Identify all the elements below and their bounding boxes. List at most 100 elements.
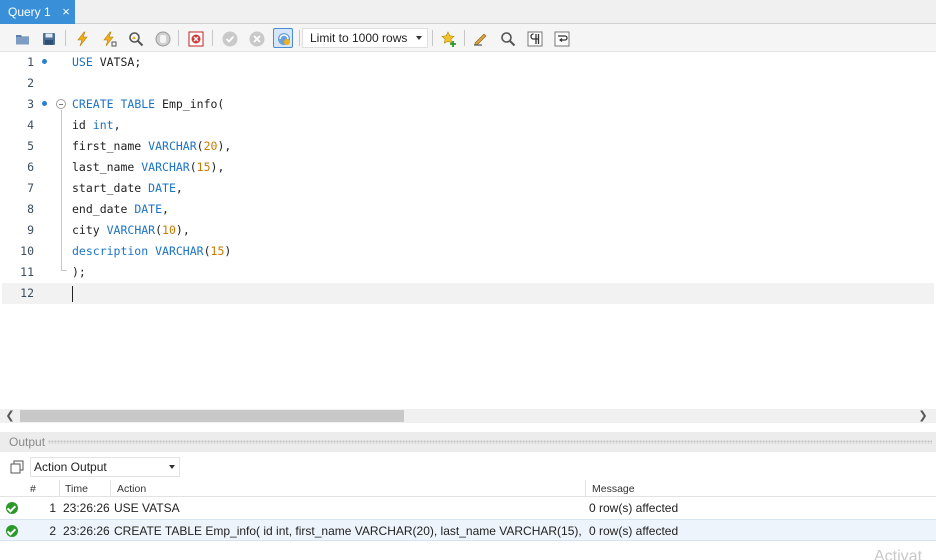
sql-number: 15 [210,244,225,258]
row-message: 0 row(s) affected [589,524,679,538]
code-line[interactable]: 7 start_date DATE, [2,178,934,199]
toolbar-separator [464,30,465,46]
column-separator [59,480,60,497]
sql-token: city [72,223,107,237]
beautify-icon[interactable] [470,28,490,48]
tab-query-1[interactable]: Query 1 × [0,0,75,24]
col-header-time[interactable]: Time [65,483,88,495]
code-line[interactable]: 2 [2,73,934,94]
save-icon[interactable] [38,28,58,48]
code-line[interactable]: 5 first_name VARCHAR(20), [2,136,934,157]
code-text: end_date DATE, [72,199,169,220]
open-folder-icon[interactable] [12,28,32,48]
column-separator [585,480,586,497]
column-separator [110,480,111,497]
panel-grip[interactable] [48,440,932,444]
sql-token: Emp_info( [155,97,225,111]
sql-token: last_name [72,160,142,174]
scroll-right-icon[interactable]: ❯ [916,409,930,423]
code-line[interactable]: 8 end_date DATE, [2,199,934,220]
code-text: id int, [72,115,121,136]
scrollbar-thumb[interactable] [20,410,404,422]
explain-icon[interactable] [125,28,145,48]
toggle-error-icon[interactable] [185,28,205,48]
code-line[interactable]: 11); [2,262,934,283]
fold-toggle-icon[interactable] [56,99,66,109]
line-number: 9 [27,223,34,237]
success-check-icon [6,525,18,537]
code-text: CREATE TABLE Emp_info( [72,94,224,115]
line-number: 7 [27,181,34,195]
copy-icon[interactable] [10,460,24,477]
col-header-num[interactable]: # [30,483,36,495]
editor-horizontal-scrollbar[interactable]: ❮ ❯ [0,409,936,423]
col-header-action[interactable]: Action [117,483,146,495]
output-type-select[interactable]: Action Output [30,457,180,477]
find-icon[interactable] [497,28,517,48]
code-text: start_date DATE, [72,178,183,199]
table-row[interactable]: 2 23:26:26 CREATE TABLE Emp_info( id int, … [0,519,936,541]
sql-token: first_name [72,139,149,153]
sql-token: id [72,118,93,132]
code-line[interactable]: 9 city VARCHAR(10), [2,220,934,241]
statement-marker-icon [42,59,47,64]
line-number: 4 [27,118,34,132]
close-icon[interactable]: × [60,0,72,24]
code-line[interactable]: 10 description VARCHAR(15) [2,241,934,262]
sql-token: ) [224,244,232,258]
wrap-icon[interactable] [551,28,571,48]
success-check-icon [6,502,18,514]
sql-token: ( [203,244,211,258]
bookmark-icon[interactable] [438,28,458,48]
col-header-message[interactable]: Message [592,483,635,495]
table-row[interactable]: 1 23:26:26 USE VATSA 0 row(s) affected [0,497,936,519]
code-text: city VARCHAR(10), [72,220,190,241]
autocommit-icon[interactable] [273,28,293,48]
execute-current-icon[interactable] [98,28,118,48]
sql-keyword: description [72,244,149,258]
row-message: 0 row(s) affected [589,501,679,515]
text-cursor [72,286,73,302]
sql-keyword: VARCHAR [155,244,204,258]
row-action: CREATE TABLE Emp_info( id int, first_nam… [114,524,582,538]
sql-token: , [113,118,121,132]
scroll-left-icon[interactable]: ❮ [3,409,17,423]
invisible-chars-icon[interactable] [524,28,544,48]
rollback-icon[interactable] [246,28,266,48]
commit-icon[interactable] [219,28,239,48]
line-number: 11 [20,265,34,279]
stop-icon[interactable] [152,28,172,48]
code-text: last_name VARCHAR(15), [72,157,224,178]
code-line[interactable]: 4 id int, [2,115,934,136]
output-title: Output [9,435,46,449]
code-text: USE VATSA; [72,52,141,73]
sql-token: , [175,181,183,195]
line-number: 3 [27,97,34,111]
line-number: 6 [27,160,34,174]
code-text: first_name VARCHAR(20), [72,136,231,157]
sql-token: ( [155,223,163,237]
limit-rows-select[interactable]: Limit to 1000 rows [302,28,428,48]
code-line[interactable]: 12 [2,283,934,304]
sql-keyword: TABLE [120,97,156,111]
sql-number: 15 [196,160,211,174]
sql-keyword: VARCHAR [141,160,190,174]
sql-number: 20 [203,139,218,153]
execute-icon[interactable] [72,28,92,48]
sql-editor[interactable]: 1 USE VATSA; 2 3 CREATE TABLE Emp_info( 4 id i… [2,52,936,410]
row-time: 23:26:26 [63,524,109,538]
sql-token: , [162,202,169,216]
sql-toolbar [0,24,936,52]
code-line[interactable]: 6 last_name VARCHAR(15), [2,157,934,178]
activation-watermark: Activat [874,548,923,560]
sql-keyword: CREATE [72,97,114,111]
sql-token: end_date [72,202,135,216]
sql-keyword: VARCHAR [148,139,197,153]
code-line[interactable]: 3 CREATE TABLE Emp_info( [2,94,934,115]
code-text: ); [72,262,86,283]
sql-token: ( [189,160,197,174]
chevron-down-icon [416,36,422,40]
sql-keyword: VARCHAR [106,223,156,237]
code-line[interactable]: 1 USE VATSA; [2,52,934,73]
row-number: 2 [49,524,56,538]
